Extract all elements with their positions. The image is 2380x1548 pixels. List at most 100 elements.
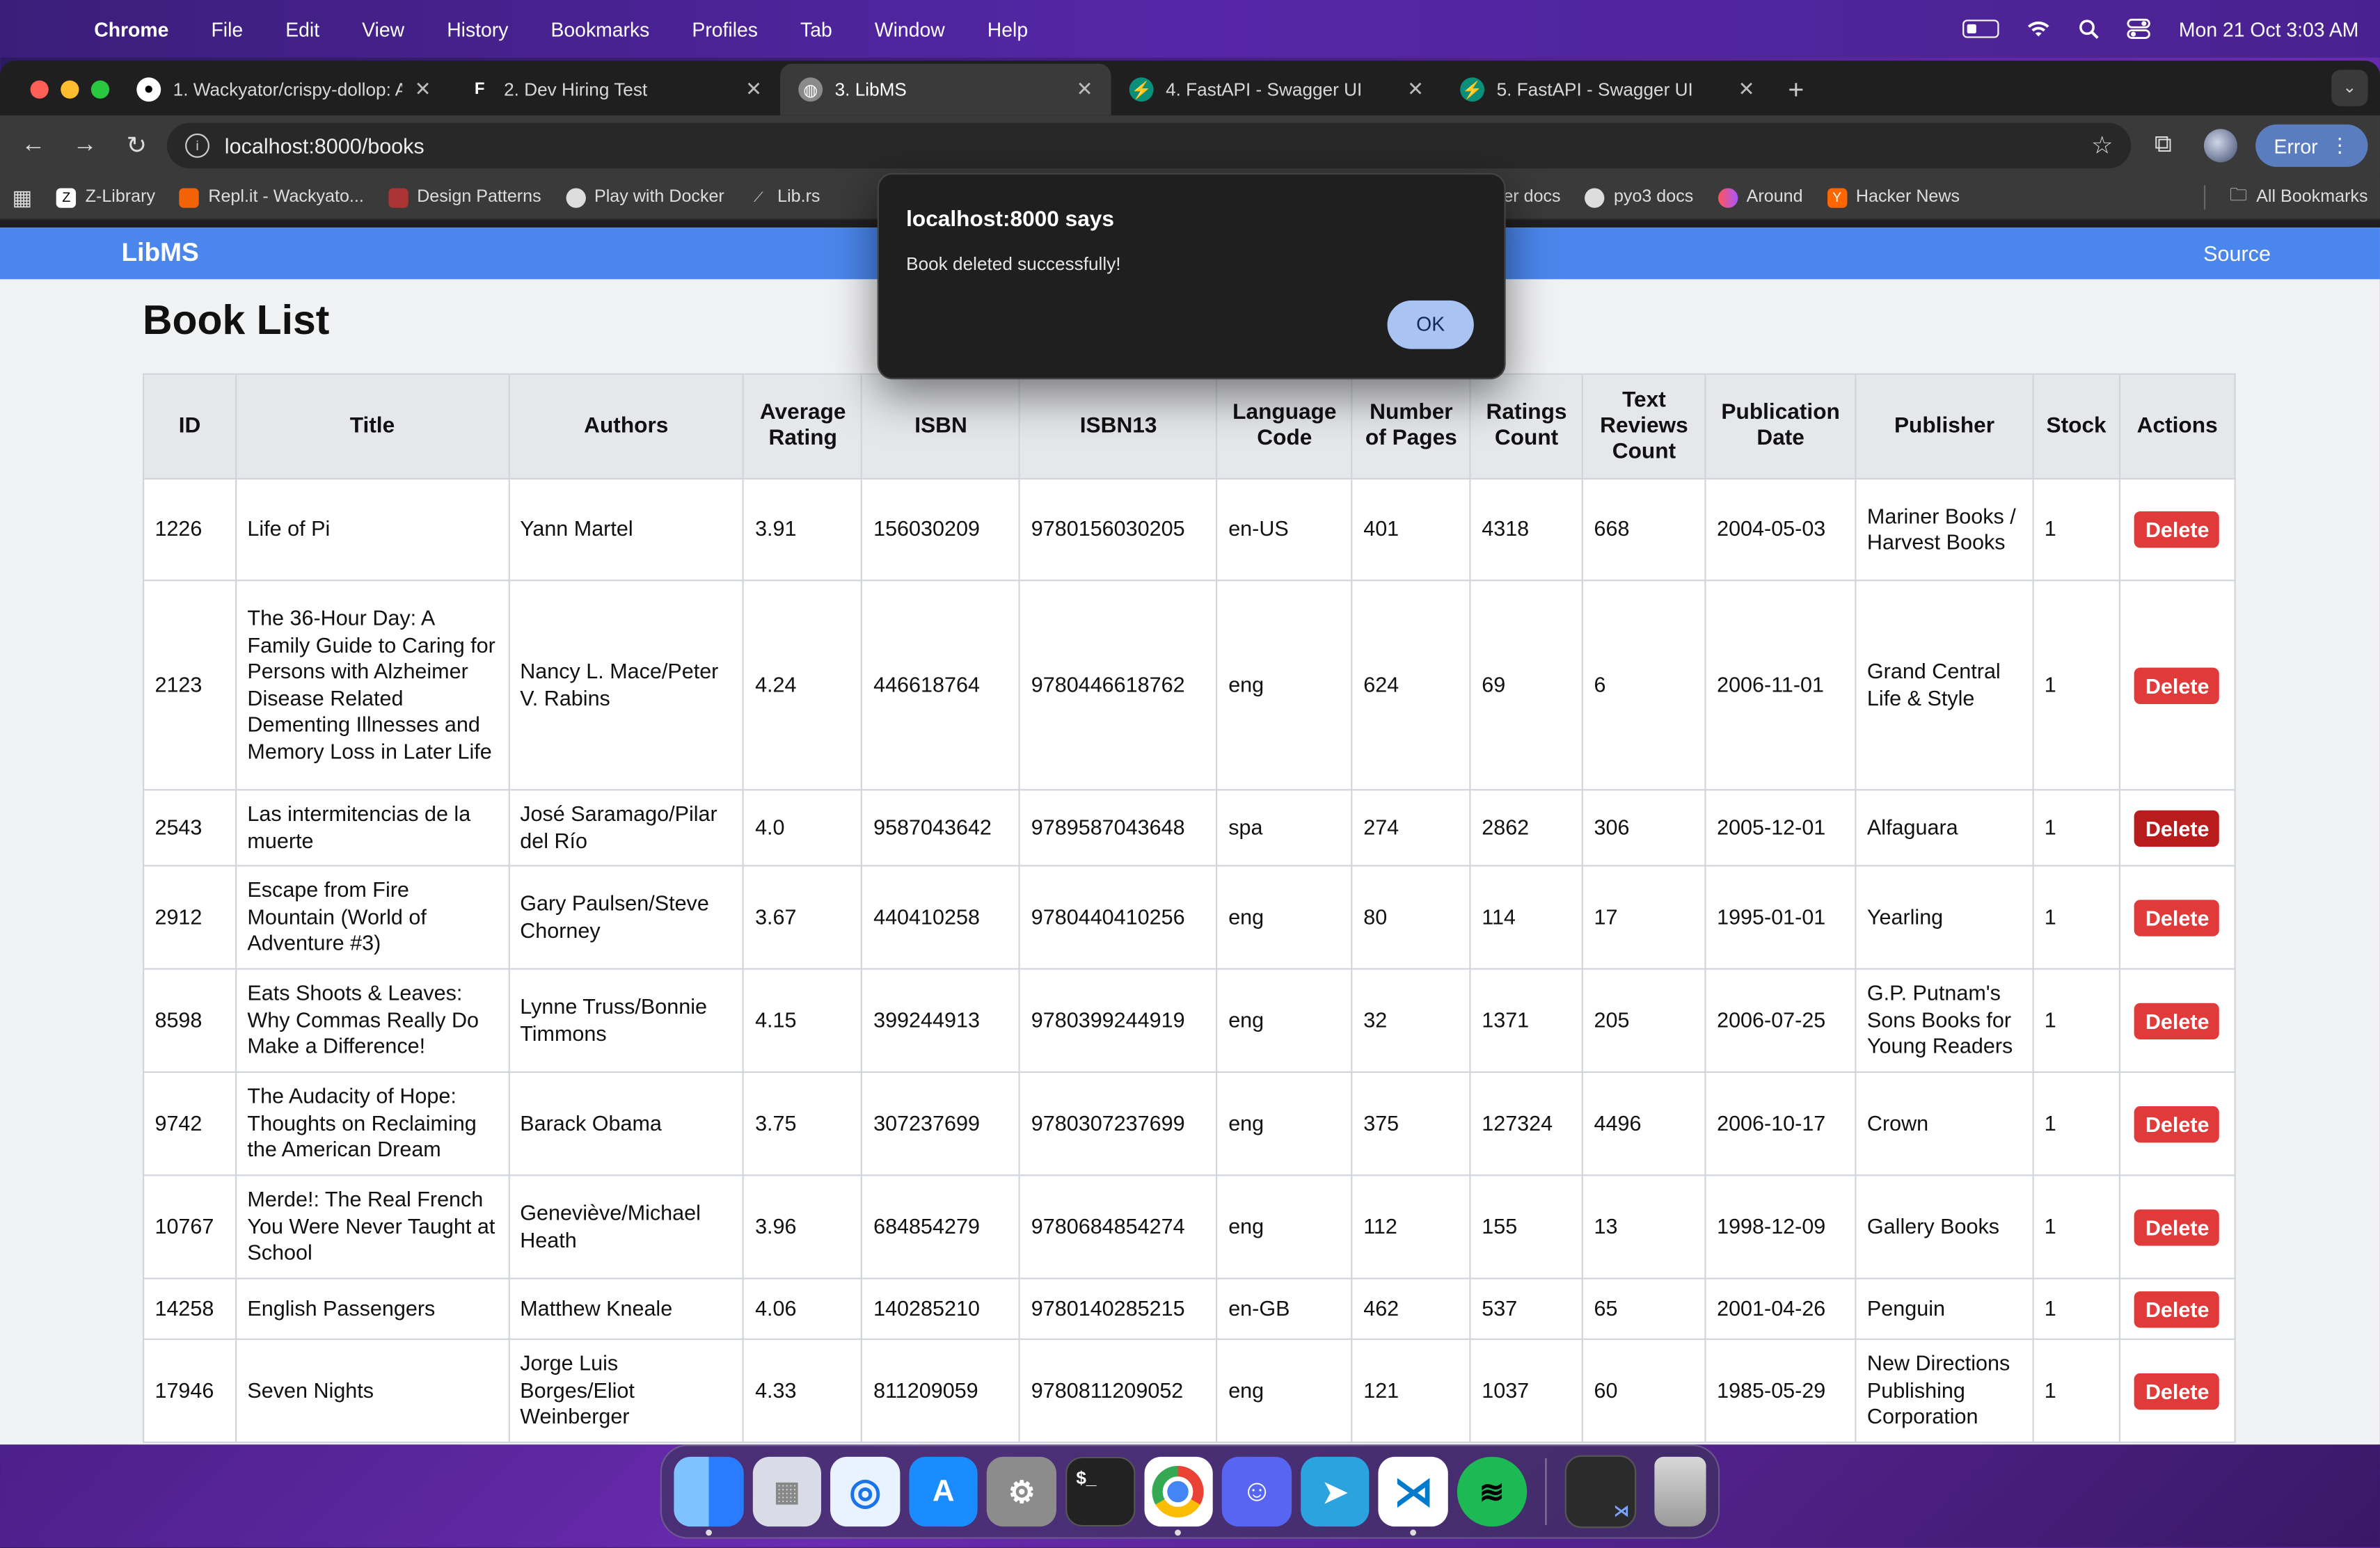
bookmark-design-patterns[interactable]: Design Patterns — [388, 187, 541, 207]
cell-language-code: eng — [1216, 968, 1353, 1074]
system-settings-icon[interactable]: ⚙ — [987, 1456, 1056, 1527]
delete-button[interactable]: Delete — [2134, 1105, 2220, 1142]
safari-icon[interactable]: ◎ — [830, 1456, 900, 1527]
delete-button[interactable]: Delete — [2134, 1208, 2220, 1245]
address-bar[interactable]: i localhost:8000/books ☆ — [166, 122, 2132, 169]
spotify-icon[interactable]: ≋ — [1457, 1456, 1527, 1527]
delete-button[interactable]: Delete — [2134, 899, 2220, 936]
tab-github[interactable]: ● 1. Wackyator/crispy-dollop: A ✕ — [118, 64, 449, 115]
bookmark-pyo3-docs[interactable]: pyo3 docs — [1585, 187, 1693, 207]
zoom-window-button[interactable] — [90, 80, 110, 99]
cell-average-rating: 4.15 — [743, 968, 863, 1074]
site-info-icon[interactable]: i — [185, 133, 209, 158]
delete-button[interactable]: Delete — [2134, 809, 2220, 846]
cell-isbn13: 9780140285215 — [1019, 1277, 1218, 1340]
menu-file[interactable]: File — [190, 17, 264, 40]
window-controls — [30, 80, 110, 99]
menu-profiles[interactable]: Profiles — [671, 17, 779, 40]
alert-message: Book deleted successfully! — [906, 253, 1121, 275]
discord-icon[interactable]: ☺ — [1222, 1456, 1292, 1527]
cell-language-code: eng — [1216, 1174, 1353, 1279]
bookmark-star-icon[interactable]: ☆ — [2091, 131, 2113, 161]
bookmark-replit[interactable]: Repl.it - Wackyato... — [179, 187, 364, 207]
chrome-icon[interactable] — [1143, 1456, 1214, 1536]
cell-stock: 1 — [2032, 580, 2120, 791]
delete-button[interactable]: Delete — [2134, 511, 2220, 548]
tab-close-icon[interactable]: ✕ — [745, 77, 762, 102]
spotlight-search-icon[interactable] — [2079, 18, 2100, 40]
bookmarks-divider — [2203, 185, 2206, 209]
app-store-icon[interactable]: A — [909, 1456, 978, 1527]
terminal-icon[interactable]: $_ — [1065, 1456, 1135, 1527]
cell-isbn13: 9780684854274 — [1019, 1174, 1218, 1279]
bookmark-z-library[interactable]: Z Z-Library — [56, 187, 155, 207]
cell-actions: Delete — [2118, 478, 2236, 582]
bookmark-play-with-docker[interactable]: Play with Docker — [565, 187, 724, 207]
error-status-button[interactable]: Error ⋮ — [2255, 124, 2368, 167]
extensions-puzzle-icon[interactable]: ⧉ — [2141, 132, 2186, 159]
delete-button[interactable]: Delete — [2134, 1372, 2220, 1410]
menubar-clock[interactable]: Mon 21 Oct 3:03 AM — [2179, 17, 2358, 40]
profile-avatar[interactable] — [2204, 129, 2238, 163]
delete-button[interactable]: Delete — [2134, 1291, 2220, 1327]
bookmark-label: All Bookmarks — [2256, 188, 2368, 207]
cell-number-of-pages: 462 — [1351, 1277, 1471, 1340]
wifi-icon[interactable] — [2027, 19, 2052, 38]
delete-button[interactable]: Delete — [2134, 1002, 2220, 1039]
tab-search-chevron-icon[interactable]: ⌄ — [2331, 70, 2368, 106]
tab-libms[interactable]: ◍ 3. LibMS ✕ — [780, 63, 1111, 115]
bookmark-lib-rs[interactable]: ⟋ Lib.rs — [749, 187, 820, 207]
tab-swagger-2[interactable]: ⚡ 5. FastAPI - Swagger UI ✕ — [1442, 64, 1772, 115]
menu-history[interactable]: History — [426, 17, 530, 40]
cell-ratings-count: 127324 — [1469, 1071, 1584, 1176]
menu-app-name[interactable]: Chrome — [73, 17, 190, 40]
launchpad-icon[interactable]: ▦ — [752, 1456, 822, 1527]
close-window-button[interactable] — [30, 80, 49, 99]
cell-authors: Matthew Kneale — [507, 1277, 745, 1340]
finder-icon[interactable] — [674, 1456, 743, 1536]
menu-window[interactable]: Window — [853, 17, 966, 40]
apps-grid-icon[interactable]: ▦ — [12, 184, 32, 210]
tab-close-icon[interactable]: ✕ — [415, 77, 431, 102]
cell-publisher: Penguin — [1855, 1277, 2034, 1340]
vscode-icon[interactable]: ⋊ — [1379, 1456, 1448, 1536]
brand-logo[interactable]: LibMS — [121, 238, 198, 269]
minimize-window-button[interactable] — [61, 80, 79, 99]
url-text[interactable]: localhost:8000/books — [225, 134, 425, 158]
menu-help[interactable]: Help — [966, 17, 1049, 40]
tab-close-icon[interactable]: ✕ — [1407, 77, 1424, 102]
trash-icon[interactable] — [1654, 1456, 1706, 1527]
tab-label: 5. FastAPI - Swagger UI — [1496, 79, 1693, 100]
header-authors: Authors — [507, 373, 745, 480]
alert-ok-button[interactable]: OK — [1387, 300, 1474, 349]
menu-edit[interactable]: Edit — [264, 17, 341, 40]
window-preview-icon[interactable]: ⋊ — [1564, 1455, 1637, 1529]
cell-stock: 1 — [2032, 1277, 2120, 1340]
tab-close-icon[interactable]: ✕ — [1077, 77, 1093, 102]
tab-close-icon[interactable]: ✕ — [1738, 77, 1755, 102]
tab-label: 1. Wackyator/crispy-dollop: A — [173, 79, 403, 100]
new-tab-plus-icon[interactable]: + — [1773, 74, 1820, 115]
tab-dev-hiring-test[interactable]: F 2. Dev Hiring Test ✕ — [450, 64, 780, 115]
tab-swagger-1[interactable]: ⚡ 4. FastAPI - Swagger UI ✕ — [1111, 64, 1442, 115]
source-link[interactable]: Source — [2203, 241, 2271, 266]
menu-view[interactable]: View — [341, 17, 426, 40]
menu-bookmarks[interactable]: Bookmarks — [530, 17, 671, 40]
delete-button[interactable]: Delete — [2134, 667, 2220, 703]
hacker-news-icon: Y — [1827, 187, 1847, 207]
reload-icon[interactable]: ↻ — [116, 131, 158, 161]
telegram-icon[interactable]: ➤ — [1300, 1456, 1370, 1527]
all-bookmarks[interactable]: 🗀 All Bookmarks — [2230, 183, 2367, 212]
forward-arrow-icon[interactable]: → — [64, 132, 106, 159]
menu-tab[interactable]: Tab — [779, 17, 854, 40]
back-arrow-icon[interactable]: ← — [12, 132, 54, 159]
control-center-icon[interactable] — [2127, 18, 2152, 40]
battery-icon[interactable] — [1963, 19, 2000, 38]
cell-isbn: 446618764 — [861, 580, 1021, 791]
cell-authors: Gary Paulsen/Steve Chorney — [507, 865, 745, 970]
cell-ratings-count: 114 — [1469, 865, 1584, 970]
bookmark-around[interactable]: Around — [1717, 187, 1803, 207]
cell-id: 9742 — [143, 1071, 237, 1176]
bookmark-hacker-news[interactable]: Y Hacker News — [1827, 187, 1960, 207]
cell-publisher: Mariner Books / Harvest Books — [1855, 478, 2034, 582]
